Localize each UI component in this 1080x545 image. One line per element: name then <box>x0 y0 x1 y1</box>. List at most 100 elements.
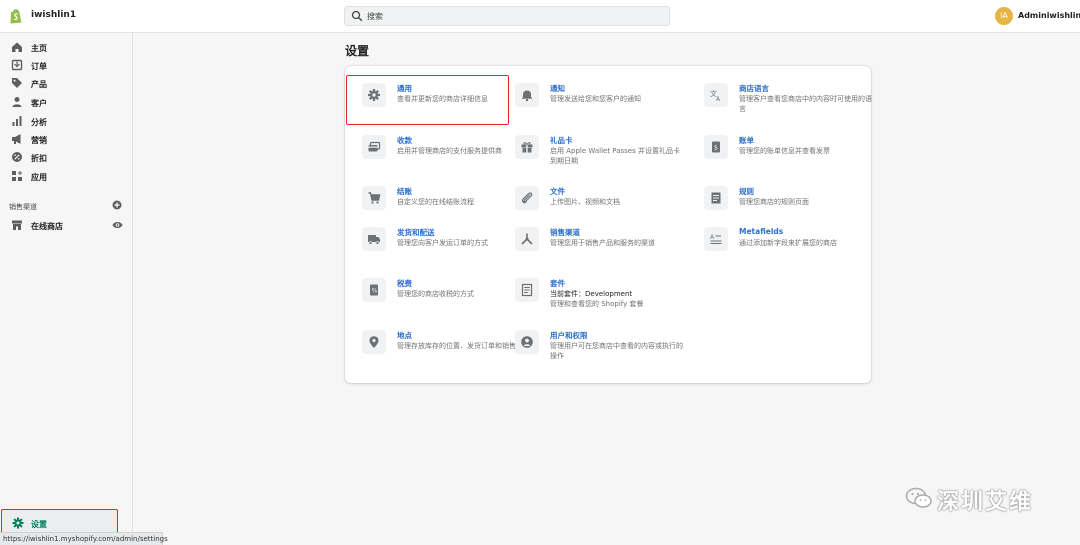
settings-tile-locations[interactable]: 地点 管理存放库存的位置、发货订单和销售产品 <box>362 330 532 370</box>
sidebar-item-label: 主页 <box>31 44 47 53</box>
apps-icon <box>12 171 22 181</box>
svg-text:A: A <box>710 234 715 241</box>
sidebar-item-analytics[interactable]: 分析 <box>0 114 133 131</box>
tile-description: 启用 Apple Wallet Passes 并设置礼品卡到期日期 <box>550 147 680 165</box>
sidebar-item-label: 客户 <box>31 99 47 108</box>
sidebar-item-products[interactable]: 产品 <box>0 76 133 93</box>
tile-description: 上传图片、视频和文档 <box>550 198 620 206</box>
orders-icon <box>11 59 23 71</box>
tile-description: 管理发送给您和您客户的通知 <box>550 95 641 103</box>
settings-tile-billing[interactable]: $ 账单 管理您的账单信息并查看发票 <box>704 135 874 175</box>
tile-description: 自定义您的在线结账流程 <box>397 198 474 206</box>
settings-tile-shipping[interactable]: 发货和配送 管理您向客户发运订单的方式 <box>362 227 532 267</box>
tile-title: 商店语言 <box>739 84 769 93</box>
settings-tile-store-languages[interactable]: 文 A 商店语言 管理客户查看您商店中的内容时可使用的语言 <box>704 83 874 123</box>
tile-description: 管理您商店的规则页面 <box>739 198 809 206</box>
eye-icon[interactable] <box>112 220 123 230</box>
sidebar-item-label: 产品 <box>31 80 47 89</box>
sidebar-item-apps[interactable]: 应用 <box>0 169 133 186</box>
paperclip-icon <box>515 186 539 210</box>
tile-description: 管理存放库存的位置、发货订单和销售产品 <box>397 342 530 350</box>
tile-description: 启用并管理商店的支付服务提供商 <box>397 147 502 155</box>
browser-status-bar: https://iwishlin1.myshopify.com/admin/se… <box>0 532 168 545</box>
tile-description: 管理您用于销售产品和服务的渠道 <box>550 239 655 247</box>
sidebar-item-orders[interactable]: 订单 <box>0 58 133 75</box>
settings-tile-metafields[interactable]: A Metafields 通过添加新字段来扩展您的商店 <box>704 227 874 267</box>
tile-description: 管理您的商店收税的方式 <box>397 290 474 298</box>
search-input[interactable]: 搜索 <box>344 6 670 26</box>
sidebar-item-discounts[interactable]: 折扣 <box>0 150 133 167</box>
tile-title: 地点 <box>397 331 412 340</box>
tile-title: 文件 <box>550 187 565 196</box>
channels-icon <box>515 227 539 251</box>
gift-icon <box>515 135 539 159</box>
plan-icon <box>515 278 539 302</box>
tile-title: 销售渠道 <box>550 228 580 237</box>
settings-tile-plan[interactable]: 套件 当前套件：Development 管理和查看您的 Shopify 套餐 <box>515 278 685 318</box>
tile-title: Metafields <box>739 227 784 236</box>
shopify-logo-icon[interactable] <box>9 8 23 24</box>
billing-icon: $ <box>704 135 728 159</box>
settings-tile-notifications[interactable]: 通知 管理发送给您和您客户的通知 <box>515 83 685 123</box>
avatar[interactable]: iA <box>995 7 1013 25</box>
sidebar-item-marketing[interactable]: 营销 <box>0 132 133 149</box>
tile-description: 管理客户查看您商店中的内容时可使用的语言 <box>739 95 872 113</box>
metafields-icon: A <box>704 227 728 251</box>
tile-title: 结账 <box>397 187 412 196</box>
settings-tile-policies[interactable]: 规则 管理您商店的规则页面 <box>704 186 874 226</box>
sidebar-item-label: 在线商店 <box>31 222 63 231</box>
tile-description: 管理用户可在您商店中查看的内容或执行的操作 <box>550 342 683 360</box>
language-icon: 文 A <box>704 83 728 107</box>
discount-icon <box>12 152 22 162</box>
tile-title: 发货和配送 <box>397 228 435 237</box>
tile-title: 税费 <box>397 279 412 288</box>
person-icon <box>12 97 22 107</box>
tag-icon <box>12 78 22 88</box>
settings-tile-taxes[interactable]: % 税费 管理您的商店收税的方式 <box>362 278 532 318</box>
payment-icon <box>362 135 386 159</box>
search-icon <box>351 10 363 22</box>
status-url: https://iwishlin1.myshopify.com/admin/se… <box>3 535 168 543</box>
plan-desc-line: 管理和查看您的 Shopify 套餐 <box>550 300 644 308</box>
gear-icon <box>12 517 24 529</box>
tile-title: 用户和权限 <box>550 331 588 340</box>
sales-channels-heading: 销售渠道 <box>9 203 37 211</box>
tile-title: 套件 <box>550 279 565 288</box>
add-channel-icon[interactable] <box>112 200 122 210</box>
admin-name[interactable]: Adminiwishlin1 <box>1018 11 1080 20</box>
tile-title: 通知 <box>550 84 565 93</box>
sidebar-item-customers[interactable]: 客户 <box>0 95 133 112</box>
sidebar: 主页 订单 产品 客户 分析 营销 折扣 应用 销售渠道 在线商店 设置 <box>0 33 133 545</box>
location-icon <box>362 330 386 354</box>
search-placeholder: 搜索 <box>367 12 383 21</box>
tile-description: 当前套件：Development 管理和查看您的 Shopify 套餐 <box>550 289 685 309</box>
watermark-text: 深圳艾维 <box>937 490 1034 515</box>
sidebar-item-label: 订单 <box>31 62 47 71</box>
settings-tile-users-permissions[interactable]: 用户和权限 管理用户可在您商店中查看的内容或执行的操作 <box>515 330 685 370</box>
highlight-box <box>346 75 509 125</box>
bell-icon <box>515 83 539 107</box>
settings-tile-checkout[interactable]: 结账 自定义您的在线结账流程 <box>362 186 532 226</box>
home-icon <box>12 42 22 52</box>
page-title: 设置 <box>345 44 370 58</box>
settings-tile-payments[interactable]: 收款 启用并管理商店的支付服务提供商 <box>362 135 532 175</box>
sidebar-item-label: 设置 <box>31 520 47 529</box>
svg-text:%: % <box>372 288 378 295</box>
cart-icon <box>362 186 386 210</box>
megaphone-icon <box>12 134 21 144</box>
svg-text:$: $ <box>714 145 718 152</box>
tile-title: 账单 <box>739 136 754 145</box>
current-plan-line: 当前套件：Development <box>550 290 633 298</box>
sidebar-item-label: 应用 <box>31 173 47 182</box>
settings-tile-gift-cards[interactable]: 礼品卡 启用 Apple Wallet Passes 并设置礼品卡到期日期 <box>515 135 685 175</box>
bar-chart-icon <box>12 116 22 126</box>
tile-title: 规则 <box>739 187 754 196</box>
settings-tile-files[interactable]: 文件 上传图片、视频和文档 <box>515 186 685 226</box>
top-bar: iwishlin1 搜索 iA Adminiwishlin1 <box>0 0 1080 33</box>
sidebar-item-label: 分析 <box>31 118 47 127</box>
users-icon <box>515 330 539 354</box>
sidebar-item-label: 营销 <box>31 136 47 145</box>
settings-tile-sales-channels[interactable]: 销售渠道 管理您用于销售产品和服务的渠道 <box>515 227 685 267</box>
store-name[interactable]: iwishlin1 <box>31 10 76 20</box>
sidebar-item-home[interactable]: 主页 <box>0 40 133 57</box>
